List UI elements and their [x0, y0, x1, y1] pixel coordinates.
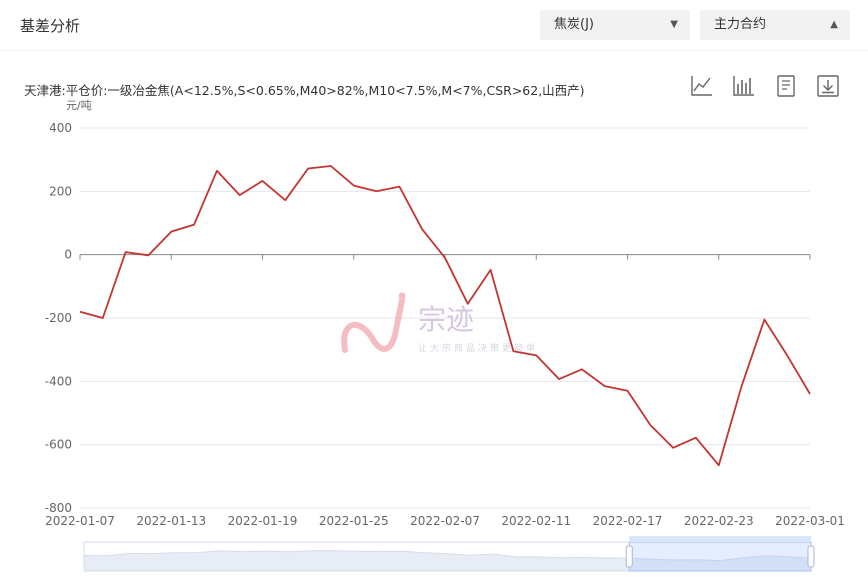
zoom-window: [628, 541, 812, 572]
y-tick-label: 0: [64, 248, 72, 262]
app-root: 基差分析 焦炭(J) ▼ 主力合约 ▲ 天津港:平仓价:一级冶金焦(A<12.5…: [0, 0, 868, 588]
watermark-brand: 宗迹: [418, 303, 474, 336]
y-axis-label: 元/吨: [66, 99, 92, 112]
x-tick-label: 2022-02-17: [593, 514, 663, 528]
x-axis: 2022-01-07 2022-01-13 2022-01-19 2022-01-25…: [45, 254, 845, 528]
x-tick-label: 2022-01-13: [136, 514, 206, 528]
zoom-handle-left[interactable]: [625, 545, 633, 568]
y-tick-label: -800: [45, 501, 72, 515]
x-tick-label: 2022-03-01: [775, 514, 845, 528]
zoom-window-bar: [629, 536, 811, 542]
x-tick-label: 2022-02-23: [684, 514, 754, 528]
y-tick-label: 400: [49, 121, 72, 135]
y-axis-ticks: 400 200 0 -200 -400 -600 -800: [45, 121, 72, 515]
data-zoom[interactable]: [83, 536, 815, 572]
x-tick-label: 2022-02-11: [501, 514, 571, 528]
y-tick-label: -200: [45, 311, 72, 325]
y-tick-label: -400: [45, 374, 72, 388]
y-tick-label: 200: [49, 184, 72, 198]
watermark-logo: 宗迹 让大宗商品决策更简单: [341, 292, 535, 354]
chart-canvas: 宗迹 让大宗商品决策更简单 元/吨 400 200 0 -200 -400 -600 -80…: [45, 99, 845, 572]
y-tick-label: -600: [45, 438, 72, 452]
x-tick-label: 2022-01-25: [319, 514, 389, 528]
zoom-handle-right[interactable]: [807, 545, 815, 568]
x-tick-label: 2022-02-07: [410, 514, 480, 528]
x-tick-label: 2022-01-07: [45, 514, 115, 528]
x-tick-label: 2022-01-19: [228, 514, 298, 528]
